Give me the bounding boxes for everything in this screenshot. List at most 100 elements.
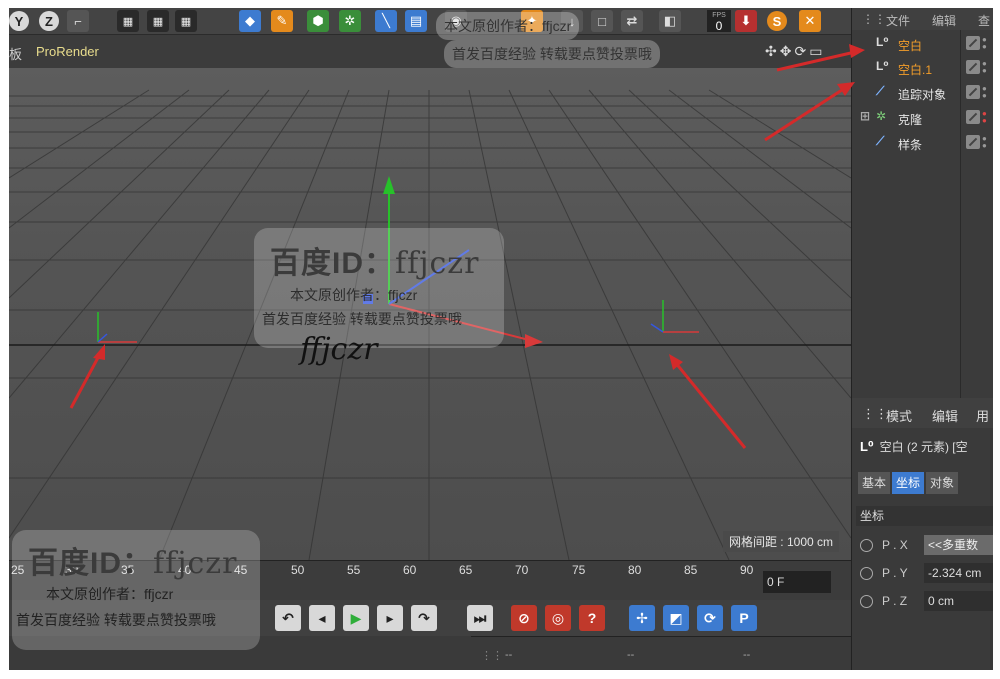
dots-icon[interactable]: ● ●: [982, 110, 987, 126]
render-picture-viewer-icon[interactable]: ▦: [147, 10, 169, 32]
generic-tool-icon[interactable]: ◧: [659, 10, 681, 32]
record-key-icon[interactable]: ⊘: [511, 605, 537, 631]
param-label: P . X: [882, 538, 908, 552]
dots-icon[interactable]: ● ●: [982, 60, 987, 76]
watermark-id-label: 百度ID：: [270, 247, 395, 280]
visibility-toggle-icon[interactable]: [966, 110, 980, 124]
param-value-px[interactable]: <<多重数: [924, 535, 993, 555]
loop-backward-icon[interactable]: ↶: [275, 605, 301, 631]
floor-icon[interactable]: ▤: [405, 10, 427, 32]
expand-icon[interactable]: ⊞: [860, 109, 870, 123]
previous-key-icon[interactable]: ◂: [309, 605, 335, 631]
visibility-toggle-icon[interactable]: [966, 135, 980, 149]
object-label: 追踪对象: [898, 88, 947, 102]
dots-icon[interactable]: ● ●: [982, 135, 987, 151]
grip-icon: ⋮⋮: [481, 650, 503, 662]
object-row-tracer[interactable]: ⟋ 追踪对象 ● ●: [852, 81, 993, 105]
tracer-icon: ⟋: [876, 84, 885, 98]
z-axis-lock-icon[interactable]: Z: [39, 11, 59, 31]
watermark-signature: ffjczr: [300, 332, 378, 367]
null-icon: L⁰: [876, 59, 889, 73]
keyframe-radio[interactable]: [860, 595, 873, 608]
fullscreen-icon[interactable]: ✕: [799, 10, 821, 32]
param-label: P . Z: [882, 594, 908, 608]
section-coordinates: 坐标: [856, 506, 993, 526]
coordinate-system-icon[interactable]: ⌐: [67, 10, 89, 32]
null-icon: L⁰: [876, 35, 889, 49]
scale-key-icon[interactable]: ◩: [663, 605, 689, 631]
timeline-tick: 90: [740, 563, 754, 577]
deformer-icon[interactable]: ╲: [375, 10, 397, 32]
pen-spline-icon[interactable]: ✎: [271, 10, 293, 32]
viewport-navigation-icons[interactable]: ✣✥⟳▭: [765, 43, 825, 60]
go-to-end-icon[interactable]: ⏭: [467, 605, 493, 631]
spline-icon: ⟋: [876, 134, 885, 148]
y-axis-lock-icon[interactable]: Y: [9, 11, 29, 31]
status-field: --: [743, 649, 751, 661]
menu-mode[interactable]: 模式: [886, 406, 912, 425]
timeline-tick: 65: [459, 563, 473, 577]
dots-icon[interactable]: ● ●: [982, 85, 987, 101]
timeline-tick: 85: [684, 563, 698, 577]
subdivision-icon[interactable]: ⬢: [307, 10, 329, 32]
viewport-menu-prorender[interactable]: ProRender: [36, 44, 99, 59]
next-key-icon[interactable]: ▸: [377, 605, 403, 631]
watermark-author-center: 本文原创作者：ffjczr: [290, 287, 418, 303]
param-row-px: P . X <<多重数: [858, 534, 993, 556]
param-value-py[interactable]: -2.324 cm: [924, 563, 993, 583]
object-row-spline[interactable]: ⟋ 样条 ● ●: [852, 131, 993, 155]
main-toolbar: Y Z ⌐ ▦ ▦ ▦ ◆ ✎ ⬢ ✲ ╲ ▤ ◉ ✦ ↓ □ ⇄ ◧ FPS 0…: [9, 8, 851, 35]
tab-coordinates[interactable]: 坐标: [892, 472, 925, 494]
play-icon[interactable]: ▶: [343, 605, 369, 631]
cloner-tool-icon[interactable]: ✲: [339, 10, 361, 32]
current-frame-field[interactable]: 0 F: [763, 571, 831, 593]
loop-forward-icon[interactable]: ↷: [411, 605, 437, 631]
watermark-id-value: ffjczr: [153, 546, 238, 581]
viewport-menu-panel[interactable]: 板: [9, 44, 22, 63]
watermark-slogan-center: 首发百度经验 转载要点赞投票哦: [262, 311, 462, 327]
watermark-id-bottom: 百度ID：ffjczr: [28, 538, 237, 582]
visibility-toggle-icon[interactable]: [966, 85, 980, 99]
script-icon[interactable]: S: [767, 11, 787, 31]
param-label: P . Y: [882, 566, 908, 580]
menu-edit[interactable]: 编辑: [932, 12, 956, 29]
dots-icon[interactable]: ● ●: [982, 36, 987, 52]
object-row-null[interactable]: L⁰ 空白 ● ●: [852, 32, 993, 56]
visibility-toggle-icon[interactable]: [966, 60, 980, 74]
object-label: 空白: [898, 39, 923, 53]
param-value-pz[interactable]: 0 cm: [924, 591, 993, 611]
menu-file[interactable]: 文件: [886, 12, 910, 29]
cube-icon[interactable]: ◆: [239, 10, 261, 32]
menu-edit[interactable]: 编辑: [932, 406, 958, 425]
key-help-icon[interactable]: ?: [579, 605, 605, 631]
watermark-id-value: ffjczr: [395, 246, 480, 281]
object-row-null-1[interactable]: L⁰ 空白.1 ● ●: [852, 56, 993, 80]
timeline-tick: 75: [572, 563, 586, 577]
timeline-tick: 60: [403, 563, 417, 577]
tab-object[interactable]: 对象: [926, 472, 959, 494]
render-settings-icon[interactable]: ▦: [175, 10, 197, 32]
object-row-cloner[interactable]: ⊞ ✲ 克隆 ● ●: [852, 106, 993, 130]
status-bar: ⋮⋮ -- -- --: [471, 636, 851, 670]
keyframe-radio[interactable]: [860, 539, 873, 552]
menu-view[interactable]: 查: [978, 12, 990, 29]
frame-counter: FPS 0: [707, 10, 731, 32]
visibility-toggle-icon[interactable]: [966, 36, 980, 50]
keyframe-radio[interactable]: [860, 567, 873, 580]
object-manager-menu: ⋮⋮ 文件 编辑 查: [852, 8, 993, 30]
object-icon[interactable]: □: [591, 10, 613, 32]
param-row-py: P . Y -2.324 cm: [858, 562, 993, 584]
watermark-id-center: 百度ID：ffjczr: [270, 238, 479, 282]
move-key-icon[interactable]: ✢: [629, 605, 655, 631]
render-view-icon[interactable]: ▦: [117, 10, 139, 32]
record-icon[interactable]: ⬇: [735, 10, 757, 32]
axis-tool-icon[interactable]: ⇄: [621, 10, 643, 32]
watermark-slogan-bottom: 首发百度经验 转载要点赞投票哦: [16, 612, 216, 628]
rotate-key-icon[interactable]: ⟳: [697, 605, 723, 631]
parameter-key-icon[interactable]: P: [731, 605, 757, 631]
watermark-id-label: 百度ID：: [28, 547, 153, 580]
menu-user[interactable]: 用: [976, 406, 989, 425]
auto-key-icon[interactable]: ◎: [545, 605, 571, 631]
attributes-menu: ⋮⋮ 模式 编辑 用: [852, 398, 993, 428]
tab-basic[interactable]: 基本: [858, 472, 891, 494]
